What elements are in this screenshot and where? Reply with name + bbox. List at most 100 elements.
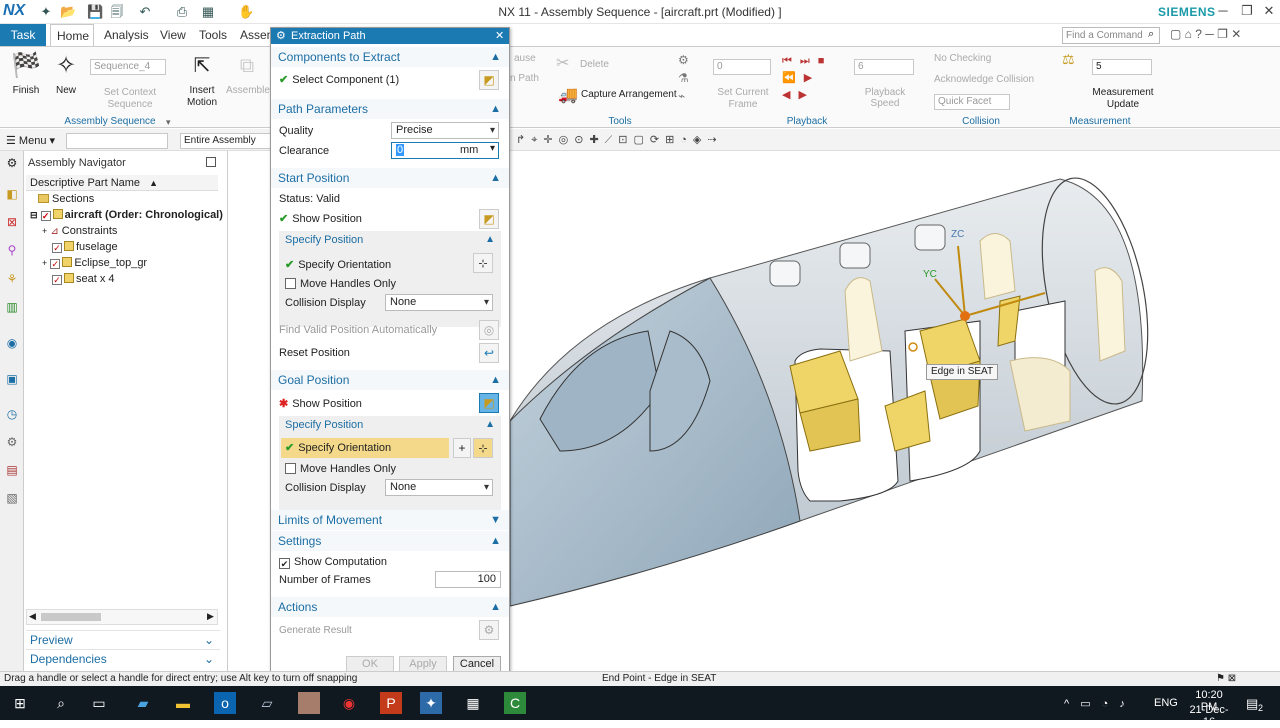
notification-icon[interactable]: ▤ — [1246, 696, 1258, 712]
snap-tools-icons[interactable]: ↱⌖✛◎⊙✚⟋⊡▢⟳⊞◔◈⇢ — [516, 133, 723, 147]
checkbox-icon[interactable]: ✓ — [40, 211, 51, 221]
no-checking-select[interactable]: No Checking — [934, 53, 991, 64]
navigator-horizontal-scrollbar[interactable]: ◀ ▶ — [26, 609, 218, 625]
set-context-sequence-button[interactable]: Set Context Sequence — [96, 87, 164, 111]
outlook-icon[interactable]: o — [214, 692, 236, 714]
chevron-down-icon[interactable]: ▾ — [490, 143, 495, 154]
constraint-navigator-icon[interactable]: ⊠ — [4, 214, 20, 230]
type-filter-select[interactable] — [66, 133, 168, 149]
scope-select[interactable]: Entire Assembly — [180, 133, 272, 149]
tool-icons[interactable]: ⚙ ⚗ ⌁ — [678, 51, 689, 105]
system-materials-icon[interactable]: ▧ — [4, 490, 20, 506]
start-move-handles-row[interactable]: Move Handles Only — [285, 278, 396, 290]
acknowledge-collision-button[interactable]: Acknowledge Collision — [934, 74, 1034, 85]
camtasia-icon[interactable]: C — [504, 692, 526, 714]
scroll-left-icon[interactable]: ◀ — [29, 611, 36, 622]
move-handles-checkbox[interactable] — [285, 278, 296, 289]
goal-collision-display-select[interactable]: None — [385, 479, 493, 496]
find-valid-position-label[interactable]: Find Valid Position Automatically — [279, 322, 437, 338]
goal-orientation-button[interactable]: ⊹ — [473, 438, 493, 458]
sequence-select[interactable]: Sequence_4 — [90, 59, 166, 75]
menu-button[interactable]: ☰ Menu ▾ — [6, 134, 55, 147]
extraction-path-button[interactable]: n Path — [510, 73, 539, 84]
scroll-right-icon[interactable]: ▶ — [207, 611, 214, 622]
chevron-up-icon[interactable]: ▲ — [485, 234, 495, 245]
start-position-header[interactable]: Start Position ▲ — [271, 168, 509, 188]
tab-tools[interactable]: Tools — [193, 24, 233, 46]
measurement-icon[interactable]: ⚖ — [1062, 51, 1075, 68]
show-computation-row[interactable]: ✔ Show Computation — [279, 554, 387, 570]
start-orientation-button[interactable]: ⊹ — [473, 253, 493, 273]
navigator-pin-icon[interactable] — [206, 157, 216, 167]
app-icon[interactable]: ▱ — [256, 692, 278, 714]
goal-specify-position-header[interactable]: Specify Position — [285, 419, 363, 431]
graphics-window[interactable]: ZC YC Edge in SEAT — [510, 151, 1280, 671]
measurement-update-button[interactable]: Measurement Update — [1092, 87, 1154, 111]
goal-show-position-button[interactable]: ◩ — [479, 393, 499, 413]
quick-facet-select[interactable]: Quick Facet — [934, 94, 1010, 110]
process-studio-icon[interactable]: ⚙ — [4, 434, 20, 450]
assemble-button[interactable]: ⧉ Assemble — [226, 51, 270, 97]
clock-icon[interactable]: ◷ — [4, 406, 20, 422]
tree-row-constraints[interactable]: + ⊿ Constraints — [42, 223, 117, 239]
start-show-position-button[interactable]: ◩ — [479, 209, 499, 229]
tree-row-fuselage[interactable]: ✓ fuselage — [52, 239, 118, 255]
tab-analysis[interactable]: Analysis — [98, 24, 155, 46]
search-icon[interactable]: ⌕ — [1148, 28, 1154, 41]
library-icon[interactable]: ▥ — [4, 299, 20, 315]
clock-date[interactable]: 21-Dec-16 — [1184, 704, 1234, 728]
playback-controls[interactable]: ⏮⏭■ ⏪▶ ◀▶ — [782, 53, 832, 104]
checkbox-icon[interactable]: ✓ — [50, 259, 61, 269]
quality-select[interactable]: Precise — [391, 122, 499, 139]
reuse-library-icon[interactable]: ⚘ — [4, 271, 20, 287]
frame-select[interactable]: 0 — [713, 59, 771, 75]
limits-of-movement-header[interactable]: Limits of Movement ▼ — [271, 510, 509, 530]
resource-settings-icon[interactable]: ⚙ — [4, 155, 20, 171]
insert-motion-button[interactable]: ⇱ Insert Motion — [182, 51, 222, 109]
navigator-column-header[interactable]: Descriptive Part Name ▲ — [26, 175, 218, 191]
gear-icon[interactable]: ⚙ — [276, 29, 286, 42]
settings-header[interactable]: Settings ▲ — [271, 531, 509, 551]
tree-row-aircraft[interactable]: ⊟ ✓ aircraft (Order: Chronological) — [30, 207, 223, 223]
preview-section[interactable]: Preview ⌄ — [26, 630, 220, 648]
close-icon[interactable]: ✕ — [495, 29, 504, 42]
photo-app-icon[interactable] — [298, 692, 320, 714]
group-options-icon[interactable]: ▾ — [166, 117, 171, 128]
close-icon[interactable]: ✕ — [1258, 3, 1280, 21]
app-icon[interactable]: ▰ — [132, 692, 154, 714]
dialog-title-bar[interactable]: Extraction Path — [271, 28, 509, 44]
path-parameters-header[interactable]: Path Parameters ▲ — [271, 99, 509, 119]
tree-row-seat[interactable]: ✓ seat x 4 — [52, 271, 115, 287]
generate-result-button[interactable]: ⚙ — [479, 620, 499, 640]
tab-task[interactable]: Task — [0, 24, 46, 46]
components-to-extract-header[interactable]: Components to Extract ▲ — [271, 47, 509, 67]
tab-view[interactable]: View — [154, 24, 192, 46]
chrome-icon[interactable]: ◉ — [338, 692, 360, 714]
speed-select[interactable]: 6 — [854, 59, 914, 75]
pause-button[interactable]: ause — [514, 53, 536, 64]
system-tray-icons[interactable]: ^ ▭ ◔ ♪ — [1064, 697, 1129, 710]
checkbox-icon[interactable]: ✓ — [52, 243, 62, 253]
goal-add-icon[interactable]: + — [453, 438, 471, 458]
scroll-thumb[interactable] — [41, 613, 101, 621]
goal-move-handles-row[interactable]: Move Handles Only — [285, 463, 396, 475]
goal-specify-orientation-row[interactable]: ✔ Specify Orientation — [281, 438, 449, 458]
aircraft-fuselage-model[interactable] — [510, 151, 1280, 671]
finish-button[interactable]: 🏁 Finish — [6, 51, 46, 97]
delete-button[interactable]: Delete — [580, 59, 609, 70]
reset-position-button[interactable]: ↩ — [479, 343, 499, 363]
new-sequence-button[interactable]: ✧ New — [48, 51, 84, 97]
set-current-frame-button[interactable]: Set Current Frame — [714, 87, 772, 111]
windows-start-icon[interactable]: ⊞ — [9, 692, 31, 714]
nx-taskbar-icon[interactable]: ✦ — [420, 692, 442, 714]
measurement-select[interactable]: 5 — [1092, 59, 1152, 75]
select-component-row[interactable]: ✔ Select Component (1) — [279, 72, 399, 88]
status-icons[interactable]: ⚑ ⊠ — [1216, 672, 1236, 686]
file-explorer-icon[interactable]: ▬ — [172, 692, 194, 714]
number-of-frames-input[interactable]: 100 — [435, 571, 501, 588]
start-collision-display-select[interactable]: None — [385, 294, 493, 311]
move-handles-checkbox[interactable] — [285, 463, 296, 474]
find-valid-position-button[interactable]: ◎ — [479, 320, 499, 340]
tree-row-sections[interactable]: Sections — [38, 191, 94, 207]
goal-show-position-row[interactable]: ✱ Show Position — [279, 396, 362, 412]
